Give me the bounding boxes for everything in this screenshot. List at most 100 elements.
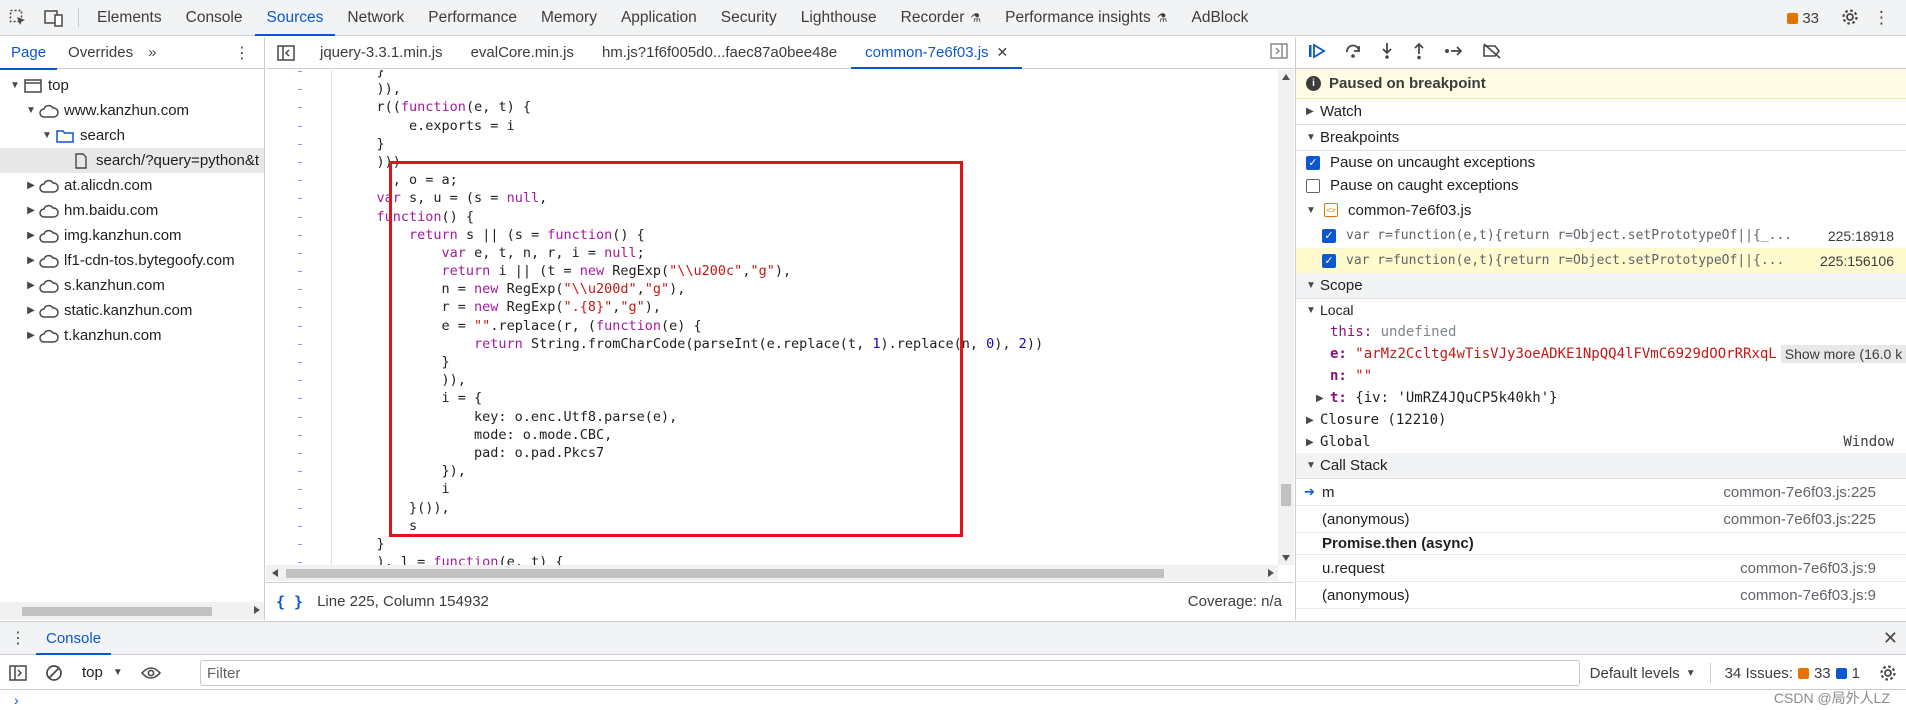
line-marker[interactable]: - bbox=[296, 135, 316, 153]
tab-performance[interactable]: Performance bbox=[416, 0, 529, 35]
scroll-down-arrow-icon[interactable] bbox=[1282, 555, 1290, 561]
line-marker[interactable]: - bbox=[296, 244, 316, 262]
line-marker[interactable]: - bbox=[296, 353, 316, 371]
tree-item[interactable]: ▼ top bbox=[0, 73, 264, 98]
console-filter-input[interactable] bbox=[200, 660, 1580, 686]
scope-var-n[interactable]: n: "" bbox=[1296, 365, 1906, 387]
line-marker[interactable]: - bbox=[296, 117, 316, 135]
tab-network[interactable]: Network bbox=[335, 0, 416, 35]
toggle-navigator-icon[interactable] bbox=[266, 37, 306, 68]
tree-item[interactable]: ▶ hm.baidu.com bbox=[0, 198, 264, 223]
frame-location[interactable]: common-7e6f03.js:225 bbox=[1723, 484, 1876, 501]
call-stack-frame[interactable]: (anonymous) common-7e6f03.js:225 bbox=[1296, 506, 1906, 533]
section-breakpoints[interactable]: ▼ Breakpoints bbox=[1296, 125, 1906, 151]
navigator-menu-kebab-icon[interactable]: ⋮ bbox=[234, 43, 250, 63]
code-line[interactable]: - function() { bbox=[266, 208, 1276, 226]
tab-adblock[interactable]: AdBlock bbox=[1180, 0, 1261, 35]
deactivate-breakpoints-icon[interactable] bbox=[1482, 43, 1502, 62]
collapsed-triangle-icon[interactable]: ▶ bbox=[24, 330, 38, 341]
inspect-element-icon[interactable] bbox=[0, 0, 36, 35]
editor-horizontal-scrollbar[interactable] bbox=[266, 565, 1278, 581]
line-marker[interactable]: - bbox=[296, 480, 316, 498]
code-line[interactable]: - } bbox=[266, 135, 1276, 153]
scroll-left-arrow-icon[interactable] bbox=[272, 569, 278, 577]
code-line[interactable]: - }), bbox=[266, 462, 1276, 480]
code-line[interactable]: - r = new RegExp(".{8}","g"), bbox=[266, 298, 1276, 316]
clear-console-icon[interactable] bbox=[36, 664, 72, 682]
code-line[interactable]: - )), bbox=[266, 371, 1276, 389]
code-line[interactable]: - return i || (t = new RegExp("\\u200c",… bbox=[266, 262, 1276, 280]
settings-gear-icon[interactable] bbox=[1841, 8, 1859, 29]
code-line[interactable]: - var s, u = (s = null, bbox=[266, 189, 1276, 207]
show-more-button[interactable]: Show more (16.0 k bbox=[1780, 345, 1906, 363]
editor-tab[interactable]: common-7e6f03.js ✕ bbox=[851, 37, 1023, 69]
line-marker[interactable]: - bbox=[296, 153, 316, 171]
more-tabs-chevron-icon[interactable]: » bbox=[144, 44, 160, 61]
tab-console-drawer[interactable]: Console bbox=[36, 622, 112, 655]
expanded-triangle-icon[interactable]: ▼ bbox=[40, 130, 54, 141]
tab-memory[interactable]: Memory bbox=[529, 0, 609, 35]
code-line[interactable]: - return s || (s = function() { bbox=[266, 226, 1276, 244]
collapsed-triangle-icon[interactable]: ▶ bbox=[24, 230, 38, 241]
editor-tab[interactable]: hm.js?1f6f005d0...faec87a0bee48e bbox=[588, 37, 851, 68]
code-line[interactable]: - } bbox=[266, 353, 1276, 371]
tab-lighthouse[interactable]: Lighthouse bbox=[789, 0, 889, 35]
code-line[interactable]: - r((function(e, t) { bbox=[266, 98, 1276, 116]
console-sidebar-toggle-icon[interactable] bbox=[0, 664, 36, 681]
console-issues-button[interactable]: 34 Issues: 33 1 bbox=[1711, 665, 1870, 682]
collapsed-triangle-icon[interactable]: ▶ bbox=[24, 180, 38, 191]
breakpoint-item[interactable]: ✓ var r=function(e,t){return r=Object.set… bbox=[1296, 223, 1906, 248]
tab-console[interactable]: Console bbox=[174, 0, 255, 35]
scope-var-this[interactable]: this: undefined bbox=[1296, 321, 1906, 343]
line-marker[interactable]: - bbox=[296, 80, 316, 98]
line-marker[interactable]: - bbox=[296, 535, 316, 553]
tree-item[interactable]: ▶ lf1-cdn-tos.bytegoofy.com bbox=[0, 248, 264, 273]
code-line[interactable]: - s bbox=[266, 517, 1276, 535]
scope-closure[interactable]: ▶ Closure (12210) bbox=[1296, 409, 1906, 431]
editor-vertical-scrollbar[interactable] bbox=[1278, 70, 1294, 565]
line-marker[interactable]: - bbox=[296, 317, 316, 335]
scrollbar-thumb[interactable] bbox=[22, 607, 212, 616]
section-scope[interactable]: ▼ Scope bbox=[1296, 273, 1906, 299]
scrollbar-thumb[interactable] bbox=[286, 569, 1164, 578]
tab-overrides[interactable]: Overrides bbox=[57, 37, 144, 69]
call-stack-frame[interactable]: ➔ m common-7e6f03.js:225 bbox=[1296, 479, 1906, 506]
line-marker[interactable]: - bbox=[296, 208, 316, 226]
call-stack-frame[interactable]: (anonymous) common-7e6f03.js:9 bbox=[1296, 582, 1906, 609]
console-prompt[interactable]: › CSDN @局外人LZ bbox=[0, 690, 1906, 710]
code-line[interactable]: - , o = a; bbox=[266, 171, 1276, 189]
code-line[interactable]: - } bbox=[266, 535, 1276, 553]
scroll-right-arrow-icon[interactable] bbox=[254, 606, 260, 614]
scroll-right-arrow-icon[interactable] bbox=[1268, 569, 1274, 577]
line-marker[interactable]: - bbox=[296, 517, 316, 535]
tab-application[interactable]: Application bbox=[609, 0, 709, 35]
scope-global[interactable]: ▶ Global Window bbox=[1296, 431, 1906, 453]
code-line[interactable]: - }()), bbox=[266, 499, 1276, 517]
pretty-print-braces-icon[interactable]: { } bbox=[276, 593, 303, 611]
scope-local-header[interactable]: ▼ Local bbox=[1296, 299, 1906, 321]
resume-execution-icon[interactable] bbox=[1308, 43, 1326, 62]
editor-tab[interactable]: jquery-3.3.1.min.js bbox=[306, 37, 457, 68]
tree-item[interactable]: ▼ www.kanzhun.com bbox=[0, 98, 264, 123]
pause-uncaught-checkbox[interactable]: ✓ bbox=[1306, 155, 1320, 170]
expanded-triangle-icon[interactable]: ▼ bbox=[8, 80, 22, 91]
issues-badge[interactable]: 33 bbox=[1787, 10, 1819, 27]
tree-item[interactable]: search/?query=python&t bbox=[0, 148, 264, 173]
breakpoint-checkbox[interactable]: ✓ bbox=[1322, 228, 1336, 243]
code-line[interactable]: - var e, t, n, r, i = null; bbox=[266, 244, 1276, 262]
expanded-triangle-icon[interactable]: ▼ bbox=[24, 105, 38, 116]
close-drawer-icon[interactable]: ✕ bbox=[1883, 628, 1898, 649]
scope-var-e[interactable]: e: "arMz2Ccltg4wTisVJy3oeADKE1NpQQ4lFVmC… bbox=[1296, 343, 1906, 365]
code-line[interactable]: - return String.fromCharCode(parseInt(e.… bbox=[266, 335, 1276, 353]
pause-uncaught-row[interactable]: ✓ Pause on uncaught exceptions bbox=[1296, 151, 1906, 174]
console-settings-gear-icon[interactable] bbox=[1870, 664, 1906, 682]
frame-location[interactable]: common-7e6f03.js:9 bbox=[1740, 587, 1876, 604]
section-call-stack[interactable]: ▼ Call Stack bbox=[1296, 453, 1906, 479]
line-marker[interactable]: - bbox=[296, 389, 316, 407]
line-marker[interactable]: - bbox=[296, 171, 316, 189]
tree-item[interactable]: ▶ at.alicdn.com bbox=[0, 173, 264, 198]
tab-performance-insights[interactable]: Performance insights ⚗ bbox=[993, 0, 1179, 35]
code-line[interactable]: - ), l = function(e, t) { bbox=[266, 553, 1276, 565]
tab-security[interactable]: Security bbox=[709, 0, 789, 35]
line-marker[interactable]: - bbox=[296, 499, 316, 517]
